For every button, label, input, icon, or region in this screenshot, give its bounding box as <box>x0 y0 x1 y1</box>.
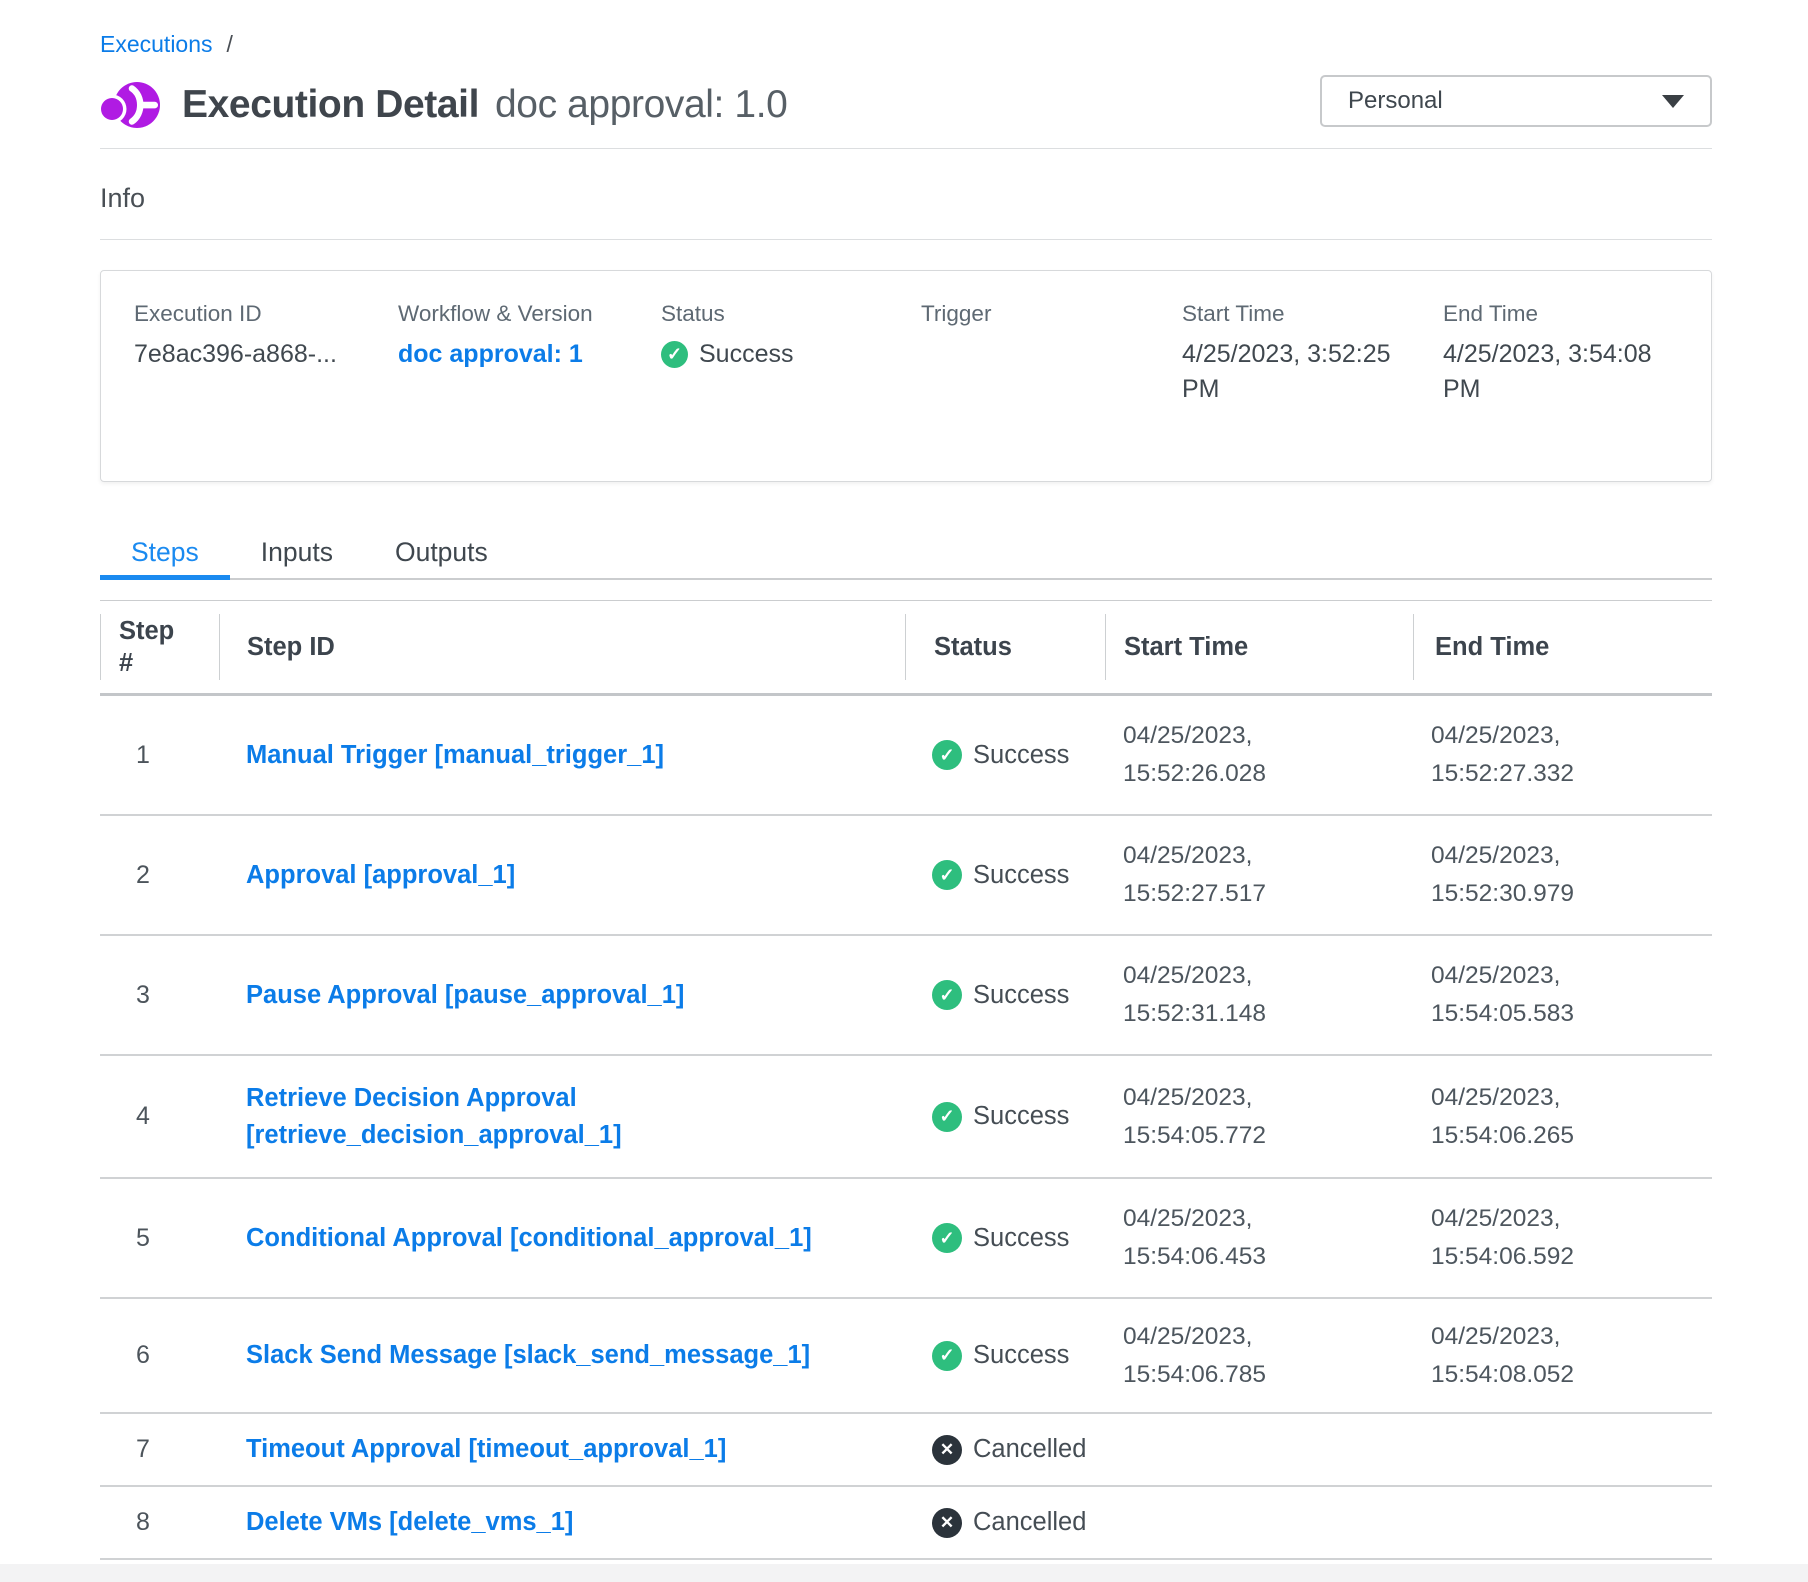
success-check-icon <box>932 860 962 890</box>
end-time-cell: 04/25/2023, 15:54:08.052 <box>1413 1318 1712 1394</box>
success-check-icon <box>661 341 688 368</box>
start-time-cell: 04/25/2023, 15:52:26.028 <box>1105 717 1413 793</box>
step-id-link[interactable]: Delete VMs [delete_vms_1] <box>246 1508 573 1536</box>
tab-bar: Steps Inputs Outputs <box>100 530 1712 580</box>
page-title: Execution Detail <box>182 83 479 127</box>
info-field-trigger: Trigger <box>921 301 1182 481</box>
breadcrumb: Executions / <box>100 30 1712 58</box>
end-time-cell: 04/25/2023, 15:52:30.979 <box>1413 837 1712 913</box>
step-id-link[interactable]: Approval [approval_1] <box>246 861 515 889</box>
breadcrumb-executions-link[interactable]: Executions <box>100 31 213 58</box>
step-id-link[interactable]: Timeout Approval [timeout_approval_1] <box>246 1435 726 1463</box>
end-time-value: 4/25/2023, 3:54:08 PM <box>1443 337 1675 407</box>
info-field-status: Status Success <box>661 301 921 481</box>
table-row: 5 Conditional Approval [conditional_appr… <box>100 1179 1712 1299</box>
field-label: Workflow & Version <box>398 301 661 325</box>
status-text: Success <box>973 1341 1069 1370</box>
table-row: 6 Slack Send Message [slack_send_message… <box>100 1299 1712 1414</box>
table-row: 8 Delete VMs [delete_vms_1] Cancelled <box>100 1487 1712 1560</box>
table-row: 3 Pause Approval [pause_approval_1] Succ… <box>100 936 1712 1056</box>
column-header-start-time: Start Time <box>1105 614 1413 680</box>
tab-inputs[interactable]: Inputs <box>230 530 364 580</box>
scope-dropdown[interactable]: Personal <box>1320 75 1712 127</box>
end-time-cell: 04/25/2023, 15:54:06.265 <box>1413 1079 1712 1155</box>
step-id-link[interactable]: Conditional Approval [conditional_approv… <box>246 1224 812 1252</box>
page-content: Executions / Execution Detail doc approv… <box>100 0 1712 1560</box>
status-text: Success <box>973 1102 1069 1131</box>
status-text: Cancelled <box>973 1435 1086 1464</box>
field-label: Trigger <box>921 301 1182 325</box>
step-id-link[interactable]: Pause Approval [pause_approval_1] <box>246 981 684 1009</box>
table-row: 4 Retrieve Decision Approval [retrieve_d… <box>100 1056 1712 1179</box>
execution-id-value: 7e8ac396-a868-... <box>134 337 366 372</box>
status-text: Success <box>973 741 1069 770</box>
workflow-logo-icon <box>100 75 160 135</box>
step-number: 5 <box>100 1224 219 1253</box>
start-time-cell: 04/25/2023, 15:54:05.772 <box>1105 1079 1413 1155</box>
status-text: Success <box>973 981 1069 1010</box>
status-text: Success <box>973 861 1069 890</box>
page-subtitle: doc approval: 1.0 <box>495 83 787 127</box>
field-label: Execution ID <box>134 301 398 325</box>
column-header-step-num: Step # <box>100 614 219 680</box>
chevron-down-icon <box>1662 95 1684 108</box>
table-row: 1 Manual Trigger [manual_trigger_1] Succ… <box>100 696 1712 816</box>
status-value: Success <box>699 337 793 372</box>
step-id-link[interactable]: Manual Trigger [manual_trigger_1] <box>246 741 664 769</box>
cancelled-x-icon <box>932 1435 962 1465</box>
step-number: 6 <box>100 1341 219 1370</box>
success-check-icon <box>932 1223 962 1253</box>
success-check-icon <box>932 740 962 770</box>
info-divider <box>100 239 1712 240</box>
start-time-cell: 04/25/2023, 15:54:06.785 <box>1105 1318 1413 1394</box>
step-number: 4 <box>100 1102 219 1131</box>
end-time-cell: 04/25/2023, 15:54:05.583 <box>1413 957 1712 1033</box>
info-field-end-time: End Time 4/25/2023, 3:54:08 PM <box>1443 301 1711 481</box>
info-field-workflow-version: Workflow & Version doc approval: 1 <box>398 301 661 481</box>
success-check-icon <box>932 1341 962 1371</box>
column-header-end-time: End Time <box>1413 614 1712 680</box>
step-number: 3 <box>100 981 219 1010</box>
table-row: 7 Timeout Approval [timeout_approval_1] … <box>100 1414 1712 1487</box>
start-time-cell: 04/25/2023, 15:52:27.517 <box>1105 837 1413 913</box>
info-field-execution-id: Execution ID 7e8ac396-a868-... <box>134 301 398 481</box>
step-number: 7 <box>100 1435 219 1464</box>
field-label: Start Time <box>1182 301 1443 325</box>
end-time-cell: 04/25/2023, 15:54:06.592 <box>1413 1200 1712 1276</box>
step-id-link[interactable]: Slack Send Message [slack_send_message_1… <box>246 1341 810 1369</box>
table-row: 2 Approval [approval_1] Success 04/25/20… <box>100 816 1712 936</box>
steps-table-header: Step # Step ID Status Start Time End Tim… <box>100 600 1712 696</box>
end-time-cell: 04/25/2023, 15:52:27.332 <box>1413 717 1712 793</box>
breadcrumb-separator: / <box>227 31 233 58</box>
success-check-icon <box>932 980 962 1010</box>
info-field-start-time: Start Time 4/25/2023, 3:52:25 PM <box>1182 301 1443 481</box>
field-label: End Time <box>1443 301 1711 325</box>
tab-steps[interactable]: Steps <box>100 530 230 580</box>
start-time-cell: 04/25/2023, 15:52:31.148 <box>1105 957 1413 1033</box>
step-id-link[interactable]: Retrieve Decision Approval [retrieve_dec… <box>246 1084 622 1149</box>
info-card: Execution ID 7e8ac396-a868-... Workflow … <box>100 270 1712 482</box>
column-header-step-id: Step ID <box>219 614 905 680</box>
header-divider <box>100 148 1712 149</box>
status-text: Cancelled <box>973 1508 1086 1537</box>
workflow-version-link[interactable]: doc approval: 1 <box>398 337 630 372</box>
steps-table: Step # Step ID Status Start Time End Tim… <box>100 600 1712 1560</box>
info-section-title: Info <box>100 183 1712 215</box>
step-number: 8 <box>100 1508 219 1537</box>
step-number: 2 <box>100 861 219 890</box>
page-bottom-band <box>0 1564 1808 1582</box>
scope-dropdown-value: Personal <box>1348 87 1443 115</box>
start-time-cell: 04/25/2023, 15:54:06.453 <box>1105 1200 1413 1276</box>
cancelled-x-icon <box>932 1508 962 1538</box>
step-number: 1 <box>100 741 219 770</box>
column-header-status: Status <box>905 614 1105 680</box>
status-text: Success <box>973 1224 1069 1253</box>
success-check-icon <box>932 1102 962 1132</box>
field-label: Status <box>661 301 921 325</box>
start-time-value: 4/25/2023, 3:52:25 PM <box>1182 337 1414 407</box>
tab-outputs[interactable]: Outputs <box>364 530 519 580</box>
title-row: Execution Detail doc approval: 1.0 Perso… <box>100 72 1712 138</box>
